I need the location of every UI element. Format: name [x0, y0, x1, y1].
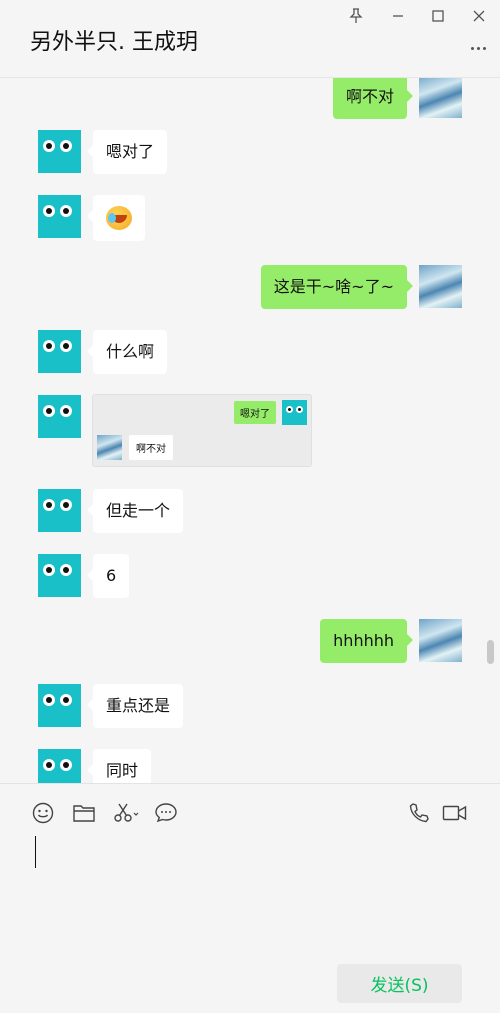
chat-header: 另外半只. 王成玥 [0, 0, 500, 78]
message-bubble[interactable]: 嗯对了 [86, 130, 168, 174]
message-bubble[interactable]: 什么啊 [86, 330, 168, 374]
message-bubble[interactable]: hhhhhh [320, 619, 413, 663]
message-bubble[interactable]: 重点还是 [86, 684, 184, 728]
message-row: 啊不对 [332, 78, 462, 119]
message-bubble[interactable]: 啊不对 [332, 78, 414, 119]
message-bubble[interactable]: 但走一个 [86, 489, 184, 533]
maximize-icon[interactable] [424, 4, 452, 28]
folder-icon[interactable] [71, 800, 97, 826]
phone-icon[interactable] [406, 800, 432, 826]
contact-avatar[interactable] [38, 749, 81, 783]
quoted-bubble: 嗯对了 [234, 401, 276, 424]
contact-avatar[interactable] [38, 489, 81, 532]
contact-avatar[interactable] [38, 395, 81, 438]
laughing-crying-face-icon [106, 206, 132, 230]
message-input[interactable] [30, 834, 470, 944]
message-row: 什么啊 [38, 330, 168, 374]
pin-icon[interactable] [342, 4, 370, 28]
message-bubble[interactable]: 同时 [86, 749, 152, 783]
scissors-icon[interactable] [112, 800, 142, 826]
quoted-contact-avatar [282, 400, 307, 425]
message-row: 嗯对了 [38, 130, 168, 174]
close-icon[interactable] [465, 4, 493, 28]
input-area[interactable]: 发送(S) [0, 783, 500, 1013]
self-avatar[interactable] [419, 619, 462, 662]
message-row: 重点还是 [38, 684, 184, 728]
screenshot-image-message[interactable]: 嗯对了 啊不对 [92, 394, 312, 467]
send-button[interactable]: 发送(S) [337, 964, 462, 1003]
contact-avatar[interactable] [38, 684, 81, 727]
chat-bubble-icon[interactable] [153, 800, 179, 826]
message-row: 这是干~啥~了~ [260, 265, 462, 309]
quoted-self-avatar [97, 435, 122, 460]
message-row: 6 [38, 554, 130, 598]
message-bubble[interactable]: 这是干~啥~了~ [260, 265, 414, 309]
emoji-icon[interactable] [30, 800, 56, 826]
contact-avatar[interactable] [38, 554, 81, 597]
more-options-icon[interactable] [466, 38, 490, 58]
message-list[interactable]: 啊不对 嗯对了 这是干~啥~了~ 什么啊 嗯对了 啊不对 但走一个 6 hhhh… [0, 78, 500, 783]
video-icon[interactable] [441, 800, 469, 826]
message-row [38, 395, 81, 438]
chat-title: 另外半只. 王成玥 [30, 30, 198, 55]
minimize-icon[interactable] [384, 4, 412, 28]
message-row: 同时 [38, 749, 152, 783]
scrollbar-thumb[interactable] [487, 640, 494, 664]
emoji-message[interactable] [87, 195, 145, 241]
message-row: 但走一个 [38, 489, 184, 533]
self-avatar[interactable] [419, 78, 462, 118]
self-avatar[interactable] [419, 265, 462, 308]
message-row: hhhhhh [320, 619, 462, 663]
contact-avatar[interactable] [38, 330, 81, 373]
contact-avatar[interactable] [38, 130, 81, 173]
message-bubble[interactable]: 6 [86, 554, 130, 598]
quoted-bubble: 啊不对 [129, 435, 173, 460]
message-row [38, 195, 145, 241]
contact-avatar[interactable] [38, 195, 81, 238]
